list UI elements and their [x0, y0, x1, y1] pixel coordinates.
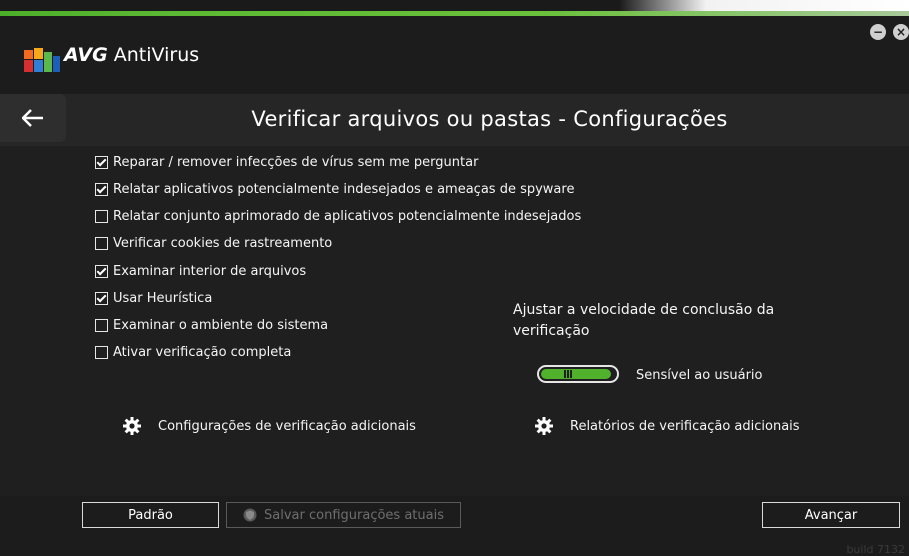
checkbox[interactable] — [95, 345, 108, 359]
checkbox[interactable] — [95, 264, 108, 278]
option-label: Usar Heurística — [113, 290, 213, 306]
checkbox[interactable] — [95, 155, 108, 169]
option-label: Reparar / remover infecções de vírus sem… — [113, 154, 479, 170]
option-label: Examinar o ambiente do sistema — [113, 317, 329, 333]
gear-icon — [123, 417, 141, 435]
next-button[interactable]: Avançar — [762, 502, 900, 528]
checkbox[interactable] — [95, 291, 108, 305]
scan-speed-title: Ajustar a velocidade de conclusão da ver… — [513, 302, 775, 339]
option-report-enhanced-pup[interactable]: Relatar conjunto aprimorado de aplicativ… — [95, 206, 581, 226]
slider-fill — [541, 369, 611, 379]
save-settings-label: Salvar configurações atuais — [264, 507, 444, 523]
checkbox[interactable] — [95, 236, 108, 250]
option-scan-archives[interactable]: Examinar interior de arquivos — [95, 261, 306, 281]
minimize-button[interactable]: − — [870, 24, 886, 40]
option-heuristics[interactable]: Usar Heurística — [95, 288, 212, 308]
option-report-pup-spyware[interactable]: Relatar aplicativos potencialmente indes… — [95, 179, 574, 199]
checkbox[interactable] — [95, 318, 108, 332]
brand-bold: AVG — [64, 44, 108, 66]
additional-scan-settings-link[interactable]: Configurações de verificação adicionais — [123, 417, 416, 435]
app-name: AVG AntiVirus — [64, 44, 199, 66]
additional-scan-reports-link[interactable]: Relatórios de verificação adicionais — [535, 417, 800, 435]
checkbox[interactable] — [95, 182, 108, 196]
save-settings-button[interactable]: Salvar configurações atuais — [226, 502, 461, 528]
option-label: Verificar cookies de rastreamento — [113, 235, 333, 251]
slider-grip-line — [570, 370, 572, 378]
scan-speed-label: Sensível ao usuário — [636, 368, 763, 383]
gear-icon — [535, 417, 553, 435]
slider-grip-line — [567, 370, 569, 378]
top-corner-highlight — [619, 0, 909, 11]
build-number: build 7132 — [846, 543, 905, 556]
close-button[interactable]: × — [893, 24, 909, 40]
option-repair-infections[interactable]: Reparar / remover infecções de vírus sem… — [95, 152, 478, 172]
page-title: Verificar arquivos ou pastas - Configura… — [251, 107, 728, 131]
option-system-environment[interactable]: Examinar o ambiente do sistema — [95, 315, 328, 335]
option-label: Relatar aplicativos potencialmente indes… — [113, 181, 575, 197]
checkbox[interactable] — [95, 209, 108, 223]
brand-name: AntiVirus — [113, 44, 200, 66]
default-button[interactable]: Padrão — [82, 502, 219, 528]
additional-reports-label: Relatórios de verificação adicionais — [570, 418, 800, 434]
option-label: Examinar interior de arquivos — [113, 263, 307, 279]
option-label: Relatar conjunto aprimorado de aplicativ… — [113, 208, 582, 224]
slider-grip-line — [564, 370, 566, 378]
shield-icon — [243, 508, 257, 522]
option-label: Ativar verificação completa — [113, 344, 292, 360]
additional-settings-label: Configurações de verificação adicionais — [158, 418, 416, 434]
option-tracking-cookies[interactable]: Verificar cookies de rastreamento — [95, 233, 332, 253]
avg-logo-icon — [24, 48, 60, 72]
top-strip — [0, 0, 909, 16]
option-thorough-scan[interactable]: Ativar verificação completa — [95, 342, 291, 362]
scan-speed-slider[interactable] — [537, 365, 619, 383]
avg-window: AVG AntiVirus − × Verificar arquivos ou … — [0, 0, 909, 556]
